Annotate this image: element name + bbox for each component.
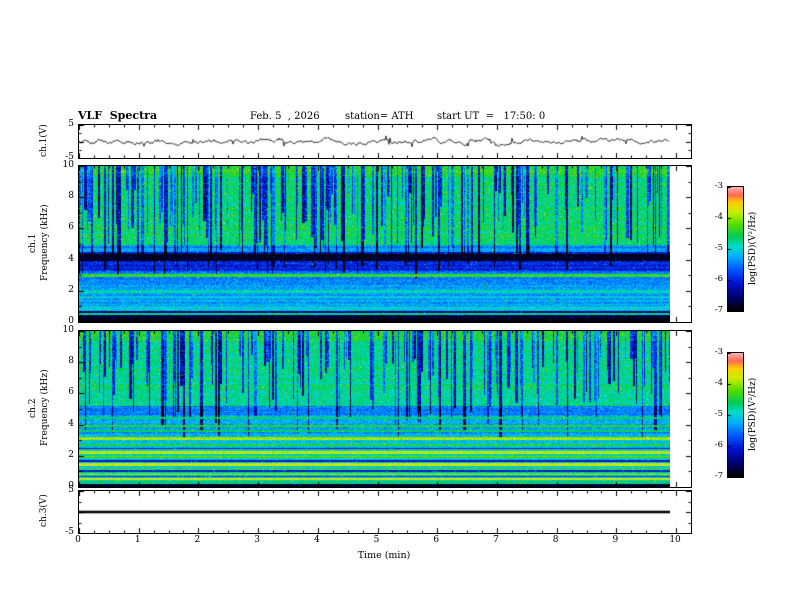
ch1-spec-axis-label-freq: Frequency (kHz) [40,204,50,282]
colorbar-tick-label: -7 [714,305,723,315]
colorbar-tick-label: -4 [714,212,723,222]
colorbar-ch1-label: log(PSD)(V²/Hz) [748,211,758,285]
y-tick-label: 6 [68,222,74,233]
colorbar-tick-label: -3 [714,347,723,357]
ch1-spec-axis-label-ch: ch.1 [28,233,38,253]
x-tick-label: 5 [373,535,380,545]
plot-start-ut: start UT = 17:50: 0 [437,111,546,122]
y-tick-label: 6 [68,387,74,398]
ch2-spectrogram-ticks [79,331,691,487]
colorbar-ch2 [727,352,744,478]
ch3-voltage-axis-label: ch.3(V) [39,494,49,528]
colorbar-tick-label: -3 [714,181,723,191]
ch2-spectrogram-panel [78,330,692,488]
ch1-spectrogram-ticks [79,166,691,322]
y-tick-label: 8 [68,356,74,367]
plot-date: Feb. 5 , 2026 [250,111,320,122]
colorbar-ch2-label: log(PSD)(V²/Hz) [748,377,758,451]
x-tick-label: 6 [433,535,440,545]
x-axis-label: Time (min) [357,550,411,561]
ch1-waveform-ticks [79,125,691,158]
y-tick-label: 5 [68,485,74,495]
colorbar-tick-label: -5 [714,409,723,419]
y-tick-label: 10 [62,160,74,170]
x-tick-label: 4 [313,535,320,545]
colorbar-ch1-gradient [728,187,743,311]
colorbar-tick-label: -6 [714,440,723,450]
x-tick-label: 10 [669,535,681,545]
plot-title: VLF Spectra [78,109,158,122]
colorbar-tick-label: -5 [714,243,723,253]
x-tick-label: 7 [493,535,499,545]
colorbar-ch2-gradient [728,353,743,477]
y-tick-label: 2 [68,284,74,295]
x-tick-label: 8 [552,535,559,545]
colorbar-ch1 [727,186,744,312]
y-tick-label: -5 [65,527,74,537]
ch3-waveform-ticks [79,491,691,533]
y-tick-label: 4 [68,253,74,264]
colorbar-tick-label: -4 [714,378,723,388]
x-tick-label: 1 [134,535,141,545]
x-tick-label: 0 [75,535,81,545]
plot-station: station= ATH [345,111,414,122]
y-tick-label: 5 [68,119,74,129]
x-tick-label: 3 [254,535,260,545]
ch2-spec-axis-label-ch: ch.2 [28,398,38,418]
y-tick-label: 2 [68,449,74,460]
ch2-spec-axis-label-freq: Frequency (kHz) [40,369,50,447]
x-tick-label: 9 [612,535,619,545]
y-tick-label: 4 [68,418,74,429]
y-tick-label: 8 [68,191,74,202]
colorbar-tick-label: -6 [714,274,723,284]
colorbar-tick-label: -7 [714,471,723,481]
ch1-spectrogram-panel [78,165,692,323]
x-tick-label: 2 [194,535,201,545]
y-tick-label: 10 [62,325,74,335]
vlf-spectra-plot: VLF Spectra Feb. 5 , 2026 station= ATH s… [0,0,792,612]
ch3-waveform-panel [78,490,692,534]
ch1-waveform-panel [78,124,692,159]
